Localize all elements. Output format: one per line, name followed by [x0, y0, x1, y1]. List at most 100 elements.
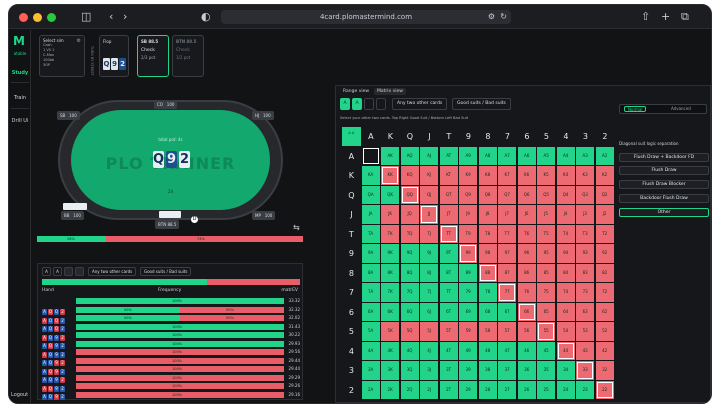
matrix-cell[interactable]: 8A: [361, 263, 380, 282]
matrix-cell[interactable]: 47: [498, 341, 517, 360]
matrix-cell[interactable]: T8: [478, 224, 497, 243]
swap-arrows-icon[interactable]: ⇆: [293, 223, 300, 232]
matrix-cell[interactable]: 48: [478, 341, 497, 360]
matrix-cell[interactable]: 89: [459, 263, 478, 282]
matrix-cell[interactable]: 59: [459, 322, 478, 341]
matrix-cell[interactable]: J8: [478, 205, 497, 224]
matrix-cell[interactable]: QJ: [420, 185, 439, 204]
matrix-cell[interactable]: 7K: [381, 283, 400, 302]
forward-icon[interactable]: ›: [123, 10, 127, 24]
suits-filter[interactable]: Good suits / Bad suits: [140, 267, 192, 276]
matrix-cell[interactable]: 57: [498, 322, 517, 341]
matrix-cell[interactable]: AQ: [400, 146, 419, 165]
mode-advanced[interactable]: Advanced: [668, 106, 694, 112]
matrix-cell[interactable]: 69: [459, 302, 478, 321]
matrix-cell[interactable]: 92: [595, 244, 614, 263]
matrix-cell[interactable]: A9: [459, 146, 478, 165]
matrix-cell[interactable]: 8K: [381, 263, 400, 282]
matrix-cell[interactable]: 78: [478, 283, 497, 302]
matrix-cell[interactable]: JQ: [400, 205, 419, 224]
seat-sb[interactable]: SB 100: [57, 111, 80, 120]
matrix-cell[interactable]: T7: [498, 224, 517, 243]
matrix-cell[interactable]: 3J: [420, 361, 439, 380]
matrix-cell[interactable]: 77: [498, 283, 517, 302]
seat-co[interactable]: CO 100: [154, 100, 178, 109]
matrix-cell[interactable]: 98: [478, 244, 497, 263]
seat-hj[interactable]: HJ 100: [252, 111, 274, 120]
matrix-cell[interactable]: J4: [556, 205, 575, 224]
matrix-cell[interactable]: 32: [595, 361, 614, 380]
matrix-cell[interactable]: 82: [595, 263, 614, 282]
matrix-cell[interactable]: K3: [576, 166, 595, 185]
matrix-cell[interactable]: 7T: [439, 283, 458, 302]
any-two-cards-filter[interactable]: Any two other cards: [88, 267, 137, 276]
matrix-cell[interactable]: Q8: [478, 185, 497, 204]
table-row[interactable]: A Q 9 2 100% 30.22: [40, 331, 302, 349]
other-button[interactable]: Other: [619, 208, 709, 217]
matrix-cell[interactable]: 9Q: [400, 244, 419, 263]
matrix-cell[interactable]: Q4: [556, 185, 575, 204]
table-row[interactable]: A Q 9 2 100% 29.93: [40, 340, 302, 358]
matrix-cell[interactable]: T3: [576, 224, 595, 243]
card-chip[interactable]: A: [352, 98, 362, 110]
matrix-cell[interactable]: 4Q: [400, 341, 419, 360]
matrix-cell[interactable]: 95: [537, 244, 556, 263]
matrix-cell[interactable]: 6A: [361, 302, 380, 321]
close-window-button[interactable]: [19, 13, 28, 22]
table-row[interactable]: A Q 9 2 100% 29.44: [40, 357, 302, 375]
matrix-cell[interactable]: 6Q: [400, 302, 419, 321]
matrix-cell[interactable]: 4A: [361, 341, 380, 360]
matrix-cell[interactable]: 45: [537, 341, 556, 360]
matrix-cell[interactable]: 5T: [439, 322, 458, 341]
matrix-cell[interactable]: TT: [439, 224, 458, 243]
matrix-cell[interactable]: 36: [517, 361, 536, 380]
matrix-cell[interactable]: T5: [537, 224, 556, 243]
tab-matrix-view[interactable]: Matrix view: [374, 88, 406, 95]
matrix-cell[interactable]: 3A: [361, 361, 380, 380]
matrix-cell[interactable]: A3: [576, 146, 595, 165]
matrix-cell[interactable]: KA: [361, 166, 380, 185]
flush-draw-button[interactable]: Flush Draw: [619, 166, 709, 175]
seat-bb[interactable]: BB 100: [61, 211, 84, 220]
reload-icon[interactable]: ↻: [500, 10, 507, 24]
matrix-cell[interactable]: JK: [381, 205, 400, 224]
matrix-cell[interactable]: 5J: [420, 322, 439, 341]
matrix-cell[interactable]: 56: [517, 322, 536, 341]
matrix-cell[interactable]: 55: [537, 322, 556, 341]
matrix-cell[interactable]: 22: [595, 380, 614, 399]
privacy-shield-icon[interactable]: ◐: [201, 10, 211, 24]
matrix-cell[interactable]: 7J: [420, 283, 439, 302]
sim-selector[interactable]: Select sim ⚙ Cash 1 VS 1 C-Max 100bb 3OP: [39, 35, 85, 77]
backdoor-flush-draw-button[interactable]: Backdoor Flush Draw: [619, 194, 709, 203]
suits-filter[interactable]: Good suits / Bad suits: [452, 98, 511, 110]
matrix-cell[interactable]: 4J: [420, 341, 439, 360]
matrix-cell[interactable]: JT: [439, 205, 458, 224]
sim-option[interactable]: 3OP: [43, 63, 81, 68]
matrix-cell[interactable]: Q3: [576, 185, 595, 204]
card-filter-chip[interactable]: A: [42, 267, 51, 276]
matrix-cell[interactable]: Q5: [537, 185, 556, 204]
table-row[interactable]: A Q Q 2 100% 33.32: [40, 297, 302, 315]
matrix-cell[interactable]: J5: [537, 205, 556, 224]
matrix-cell[interactable]: 35: [537, 361, 556, 380]
matrix-cell[interactable]: K8: [478, 166, 497, 185]
matrix-cell[interactable]: 9T: [439, 244, 458, 263]
matrix-cell[interactable]: 23: [576, 380, 595, 399]
mode-toggle[interactable]: Normal Advanced: [619, 104, 707, 114]
matrix-cell[interactable]: 25: [537, 380, 556, 399]
matrix-cell[interactable]: 24: [556, 380, 575, 399]
matrix-cell[interactable]: 73: [576, 283, 595, 302]
new-tab-icon[interactable]: +: [661, 10, 670, 24]
matrix-cell[interactable]: 3Q: [400, 361, 419, 380]
matrix-cell[interactable]: 43: [576, 341, 595, 360]
matrix-cell[interactable]: 2J: [420, 380, 439, 399]
sidebar-item-drill[interactable]: Drill Ui: [9, 118, 31, 124]
matrix-cell[interactable]: 6J: [420, 302, 439, 321]
matrix-cell[interactable]: TQ: [400, 224, 419, 243]
address-bar[interactable]: 4card.plomastermind.com ⚙ ↻: [221, 10, 511, 24]
matrix-cell[interactable]: 66: [517, 302, 536, 321]
flush-draw-backdoor-button[interactable]: Flush Draw + Backdoor FD: [619, 153, 709, 162]
card-chip[interactable]: A: [340, 98, 350, 110]
table-row[interactable]: A Q 9 2 100% 29.44: [40, 365, 302, 383]
matrix-cell[interactable]: J6: [517, 205, 536, 224]
